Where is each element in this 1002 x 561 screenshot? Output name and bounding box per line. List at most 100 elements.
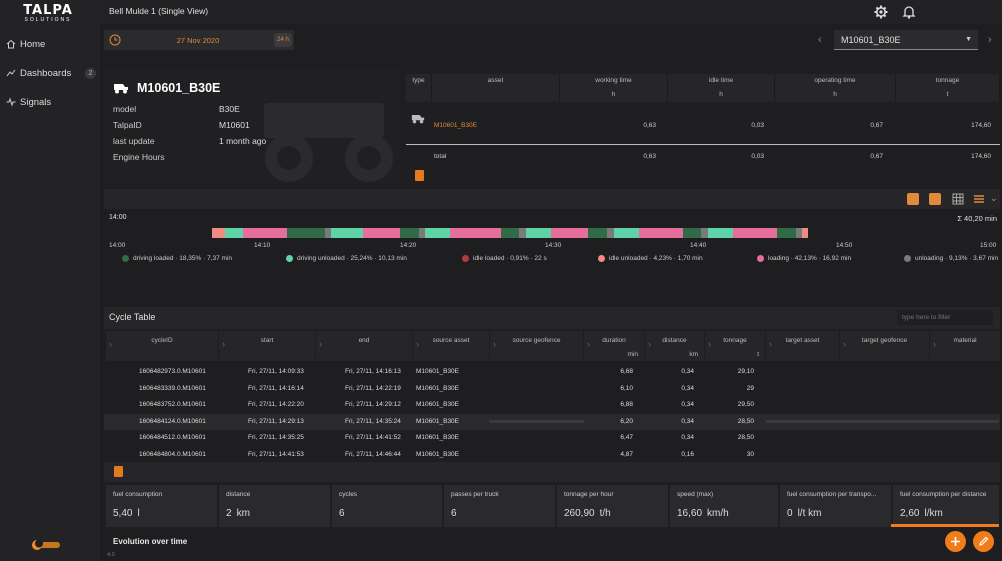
- timeline-segment-driving-unloaded[interactable]: [331, 228, 363, 238]
- list-view-icon[interactable]: [973, 193, 985, 205]
- row-highlight: [489, 419, 584, 423]
- kpi-card[interactable]: cycles 6: [332, 485, 442, 527]
- timeline-segment-driving-loaded[interactable]: [682, 228, 702, 238]
- kpi-card[interactable]: fuel consumption 5,40 l: [106, 485, 217, 527]
- kpi-title: fuel consumption per transpo...: [787, 491, 877, 498]
- chevron-down-icon[interactable]: ⌄: [990, 193, 998, 204]
- table-row[interactable]: 1606484804.0.M10601 Fri, 27/11, 14:41:53 F…: [104, 447, 1000, 463]
- kpi-value: 6: [339, 508, 350, 519]
- column-header-tonnage[interactable]: tonnage t: [896, 74, 1000, 102]
- clock-icon[interactable]: [109, 34, 121, 46]
- timeline-segment-driving-loaded[interactable]: [500, 228, 520, 238]
- export-image-icon[interactable]: [907, 193, 919, 205]
- timeline-segment-idle-unloaded[interactable]: [212, 228, 225, 238]
- theme-toggle[interactable]: [30, 540, 60, 550]
- column-header-operating-time[interactable]: operating time h: [775, 74, 896, 102]
- column-header-distance[interactable]: › distance km: [645, 331, 704, 361]
- column-header-source-geofence[interactable]: › source geofence: [490, 331, 583, 361]
- column-header-duration[interactable]: › duration min: [584, 331, 644, 361]
- column-header-working-time[interactable]: working time h: [560, 74, 668, 102]
- duration-cell: 6,47: [620, 434, 633, 441]
- timeline-segment-loading[interactable]: [638, 228, 683, 238]
- timeline-panel: [104, 210, 1000, 302]
- timeline-segment-loading[interactable]: [243, 228, 288, 238]
- sidebar-item-dashboards[interactable]: Dashboards 2: [6, 65, 96, 81]
- legend-driving-unloaded[interactable]: driving unloaded · 25,24% · 10,13 min: [286, 255, 407, 262]
- timeline-segment-driving-loaded[interactable]: [588, 228, 608, 238]
- legend-label: loading · 42,13% · 16,92 min: [768, 255, 852, 262]
- table-row[interactable]: 1606483752.0.M10601 Fri, 27/11, 14:22:20 F…: [104, 397, 1000, 413]
- sidebar-item-signals[interactable]: Signals: [6, 94, 96, 110]
- column-header-asset[interactable]: asset: [432, 74, 560, 102]
- kpi-card[interactable]: passes per truck 6: [444, 485, 555, 527]
- table-filter-input[interactable]: [897, 310, 993, 325]
- legend-idle-loaded[interactable]: idle loaded · 0,91% · 22 s: [462, 255, 547, 262]
- column-header-cycleid[interactable]: › cycleID: [106, 331, 218, 361]
- timeline-segment-loading[interactable]: [362, 228, 401, 238]
- legend-label: driving loaded · 18,35% · 7,37 min: [133, 255, 233, 262]
- timeline-segment-loading[interactable]: [550, 228, 589, 238]
- asset-select[interactable]: M10601_B30E ▼: [834, 30, 978, 50]
- kpi-card[interactable]: tonnage per hour 260,90 t/h: [557, 485, 668, 527]
- column-header-idle-time[interactable]: idle time h: [668, 74, 775, 102]
- column-header-type[interactable]: type: [406, 74, 432, 102]
- bell-icon[interactable]: [901, 4, 917, 20]
- time-range-badge[interactable]: 24 h: [274, 33, 292, 47]
- timeline-segment-driving-unloaded[interactable]: [707, 228, 733, 238]
- chevron-left-icon[interactable]: ‹: [818, 34, 822, 46]
- sidebar-item-home[interactable]: Home: [6, 36, 96, 52]
- table-row[interactable]: 1606482973.0.M10601 Fri, 27/11, 14:09:33 F…: [104, 364, 1000, 380]
- table-row[interactable]: 1606484124.0.M10601 Fri, 27/11, 14:29:13 F…: [104, 413, 1000, 430]
- column-header-start[interactable]: › start: [219, 331, 315, 361]
- column-header-tonnage[interactable]: › tonnage t: [705, 331, 765, 361]
- timeline-segment-loading[interactable]: [732, 228, 777, 238]
- legend-idle-unloaded[interactable]: idle unloaded · 4,23% · 1,70 min: [598, 255, 703, 262]
- table-row[interactable]: 1606484512.0.M10601 Fri, 27/11, 14:35:25 F…: [104, 430, 1000, 446]
- summary-asset-link[interactable]: M10601_B30E: [434, 122, 477, 129]
- grid-view-icon[interactable]: [952, 193, 964, 205]
- column-header-target-asset[interactable]: › target asset: [766, 331, 839, 361]
- kpi-title: distance: [226, 491, 251, 498]
- timeline-segment-driving-unloaded[interactable]: [613, 228, 639, 238]
- timeline-segment-driving-unloaded[interactable]: [425, 228, 451, 238]
- kpi-card[interactable]: fuel consumption per distance 2,60 l/km: [893, 485, 999, 527]
- chevron-right-icon[interactable]: ›: [988, 34, 992, 46]
- add-button[interactable]: [945, 531, 966, 552]
- export-copy-icon[interactable]: [929, 193, 941, 205]
- column-header-end[interactable]: › end: [316, 331, 412, 361]
- timeline-segment-driving-loaded[interactable]: [400, 228, 420, 238]
- duration-cell: 6,68: [620, 368, 633, 375]
- edit-button[interactable]: [973, 531, 994, 552]
- kpi-title: passes per truck: [451, 491, 499, 498]
- timeline-segment-driving-unloaded[interactable]: [525, 228, 551, 238]
- truck-silhouette-icon: [264, 103, 393, 182]
- table-row[interactable]: 1606483339.0.M10601 Fri, 27/11, 14:16:14 F…: [104, 381, 1000, 397]
- legend-dot: [904, 255, 911, 262]
- legend-loading[interactable]: loading · 42,13% · 16,92 min: [757, 255, 851, 262]
- kpi-card[interactable]: speed (max) 16,60 km/h: [670, 485, 778, 527]
- kpi-card[interactable]: fuel consumption per transpo... 0 l/t km: [780, 485, 891, 527]
- column-header-target-geofence[interactable]: › target geofence: [840, 331, 929, 361]
- kpi-card[interactable]: distance 2 km: [219, 485, 330, 527]
- timeline-segment-driving-loaded[interactable]: [776, 228, 796, 238]
- pdf-export-icon[interactable]: [114, 466, 123, 477]
- column-header-material[interactable]: › material: [930, 331, 1000, 361]
- summary-operating-time: 0,67: [870, 122, 883, 129]
- total-divider: [406, 144, 1000, 145]
- timeline-segment-loading[interactable]: [450, 228, 501, 238]
- talpa-logo[interactable]: TALPA SOLUTIONS: [20, 3, 76, 23]
- date-value[interactable]: 27 Nov 2020: [158, 36, 238, 45]
- legend-driving-loaded[interactable]: driving loaded · 18,35% · 7,37 min: [122, 255, 232, 262]
- kpi-unit: l: [137, 508, 140, 519]
- timeline-segment-idle-unloaded[interactable]: [801, 228, 809, 238]
- legend-label: unloading · 9,13% · 3,67 min: [915, 255, 999, 262]
- legend-unloading[interactable]: unloading · 9,13% · 3,67 min: [904, 255, 998, 262]
- timeline-segment-driving-loaded[interactable]: [287, 228, 325, 238]
- timeline-bar[interactable]: [212, 228, 809, 238]
- column-header-source-asset[interactable]: › source asset: [413, 331, 489, 361]
- logo-sub: SOLUTIONS: [24, 17, 72, 23]
- gear-icon[interactable]: [873, 4, 889, 20]
- timeline-segment-driving-unloaded[interactable]: [224, 228, 244, 238]
- pdf-export-icon[interactable]: [415, 170, 424, 181]
- dump-truck-icon: [114, 84, 128, 94]
